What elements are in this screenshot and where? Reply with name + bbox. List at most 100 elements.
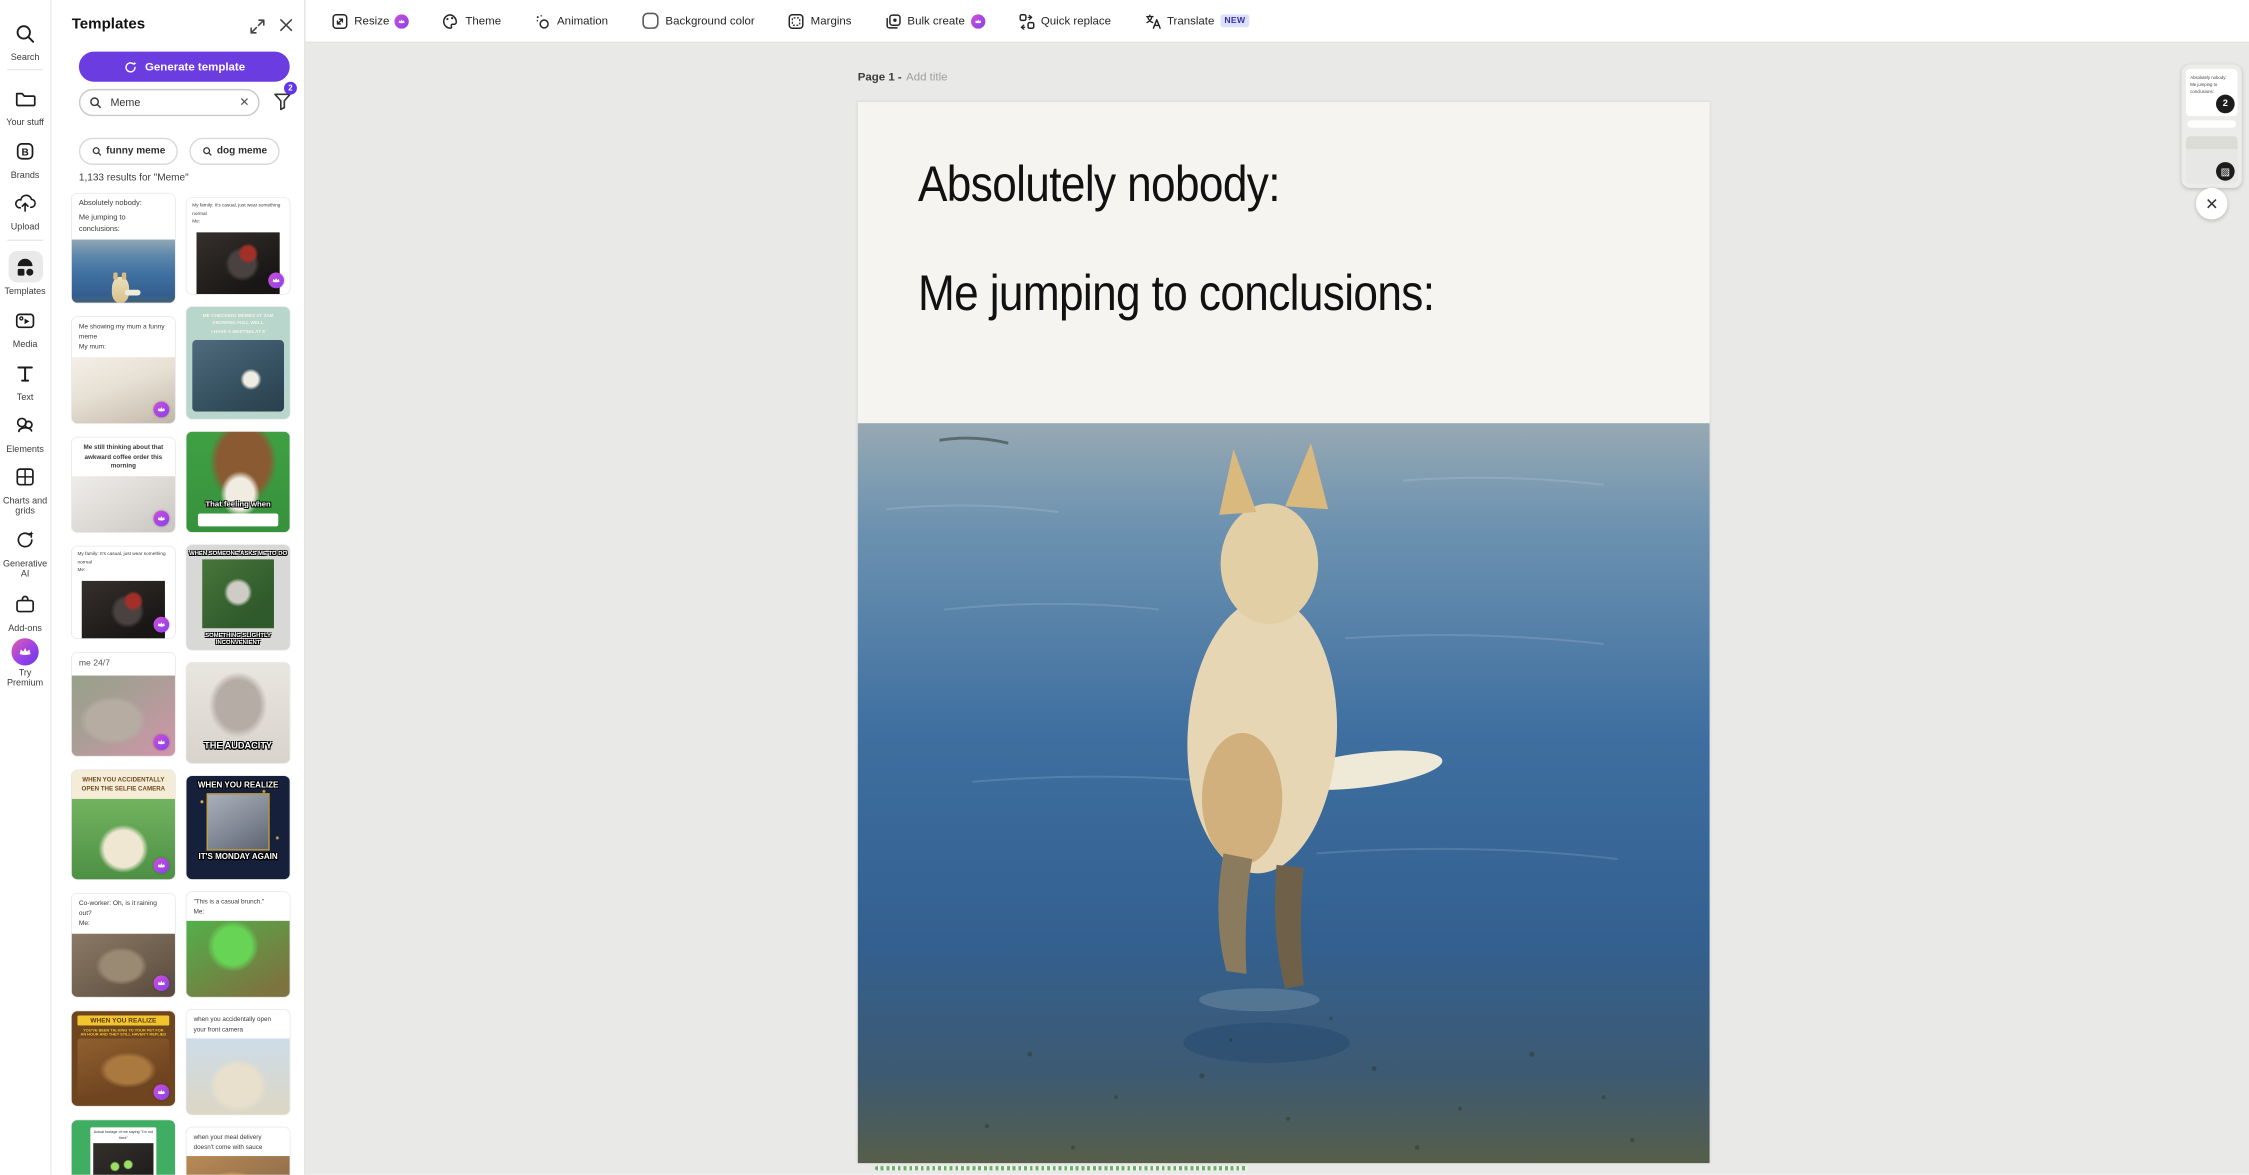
thumbnail-image bbox=[186, 921, 289, 997]
template-thumbnail-coworker-raining[interactable]: Co-worker: Oh, is it raining out?Me: bbox=[72, 894, 175, 997]
meme-text-line-1[interactable]: Absolutely nobody: bbox=[918, 156, 1280, 213]
rail-divider bbox=[7, 69, 43, 70]
rail-item-brands[interactable]: B Brands bbox=[0, 135, 50, 181]
template-thumbnail-teal-cat-laptop[interactable]: ME CHECKING MEMES AT 3AMKNOWING FULL WEL… bbox=[186, 307, 289, 419]
thumbnail-image bbox=[202, 559, 274, 628]
page-preview-2[interactable]: ▨ bbox=[2186, 136, 2238, 183]
rail-item-elements[interactable]: Elements bbox=[0, 409, 50, 455]
toolbar-background-color[interactable]: Background color bbox=[641, 11, 755, 30]
rail-item-text[interactable]: Text bbox=[0, 357, 50, 403]
editor-workspace: Resize Theme Animation Background color … bbox=[304, 0, 2249, 1175]
new-feature-badge: NEW bbox=[1220, 14, 1250, 27]
toolbar-margins[interactable]: Margins bbox=[788, 12, 852, 29]
thumbnail-dog-figure bbox=[112, 277, 129, 302]
sparkle-icon bbox=[123, 60, 137, 74]
template-thumbnail-coffee-order[interactable]: Me still thinking about that awkward cof… bbox=[72, 437, 175, 532]
page-preview-1[interactable]: Absolutely nobody: Me jumping to conclus… bbox=[2186, 69, 2238, 116]
brand-icon: B bbox=[8, 135, 42, 167]
toolbar-resize[interactable]: Resize bbox=[331, 12, 409, 29]
rail-item-search[interactable]: Search bbox=[0, 17, 50, 63]
page-title-row[interactable]: Page 1 - Add title bbox=[858, 70, 948, 83]
pro-crown-icon bbox=[153, 1084, 169, 1100]
pro-crown-icon bbox=[395, 14, 409, 28]
generate-template-button[interactable]: Generate template bbox=[79, 52, 290, 82]
grid-icon bbox=[8, 460, 42, 492]
template-thumbnail-meal-delivery-cat[interactable]: when your meal delivery doesn't come wit… bbox=[186, 1127, 289, 1174]
svg-text:B: B bbox=[21, 147, 28, 158]
thumbnail-image bbox=[186, 1156, 289, 1174]
template-thumbnail-family-casual[interactable]: My family: It's casual, just wear someth… bbox=[72, 546, 175, 638]
templates-icon bbox=[8, 251, 42, 283]
template-thumbnail-dog-conclusions[interactable]: Absolutely nobody:Me jumping to conclusi… bbox=[72, 194, 175, 303]
rail-item-your-stuff[interactable]: Your stuff bbox=[0, 82, 50, 128]
template-thumbnail-monday-again[interactable]: WHEN YOU REALIZE IT'S MONDAY AGAIN bbox=[186, 776, 289, 879]
rail-item-generative-ai[interactable]: Generative AI bbox=[0, 524, 50, 580]
chip-funny-meme[interactable]: funny meme bbox=[79, 138, 178, 165]
clear-search-icon[interactable]: ✕ bbox=[239, 96, 249, 108]
template-thumbnail-family-casual-2[interactable]: My family: It's casual, just wear someth… bbox=[186, 198, 289, 294]
thumbnail-image: That feeling when bbox=[186, 432, 289, 532]
search-input[interactable] bbox=[108, 95, 234, 111]
template-thumbnail-talking-to-pet[interactable]: WHEN YOU REALIZE YOU'VE BEEN TALKING TO … bbox=[72, 1011, 175, 1106]
left-rail: Search Your stuff B Brands Upload Templa… bbox=[0, 0, 52, 1175]
dog-water-photo[interactable] bbox=[858, 423, 1710, 1163]
add-title-placeholder[interactable]: Add title bbox=[906, 70, 947, 83]
template-thumbnail-selfie-camera[interactable]: WHEN YOU ACCIDENTALLY OPEN THE SELFIE CA… bbox=[72, 770, 175, 879]
template-thumbnail-me-247[interactable]: me 24/7 bbox=[72, 653, 175, 756]
thumbnail-image bbox=[186, 1039, 289, 1115]
pro-crown-icon bbox=[971, 14, 985, 28]
design-page[interactable]: Absolutely nobody: Me jumping to conclus… bbox=[858, 102, 1710, 1163]
template-thumbnail-that-feeling-beagle[interactable]: That feeling when bbox=[186, 432, 289, 532]
quick-replace-icon bbox=[1018, 12, 1035, 29]
thumbnail-image bbox=[197, 232, 280, 294]
close-widget-button[interactable]: ✕ bbox=[2196, 188, 2228, 220]
toolbar-quick-replace[interactable]: Quick replace bbox=[1018, 12, 1111, 29]
pro-crown-icon bbox=[268, 273, 284, 289]
theme-palette-icon bbox=[442, 12, 459, 29]
thumbnail-image: THE AUDACITY bbox=[186, 663, 289, 763]
close-panel-icon[interactable] bbox=[278, 17, 295, 34]
toolbar-animation[interactable]: Animation bbox=[534, 12, 608, 29]
expand-panel-icon[interactable] bbox=[250, 19, 266, 35]
pages-count-badge: 2 bbox=[2216, 95, 2235, 114]
horizontal-scrollbar[interactable] bbox=[875, 1166, 1248, 1170]
rail-divider bbox=[7, 240, 43, 241]
search-icon bbox=[89, 96, 102, 109]
search-icon bbox=[8, 17, 42, 49]
translate-icon bbox=[1144, 12, 1161, 29]
rail-item-add-ons[interactable]: Add-ons bbox=[0, 588, 50, 634]
template-thumbnail-audacity-cat[interactable]: THE AUDACITY bbox=[186, 663, 289, 763]
thumbnail-image bbox=[72, 240, 175, 303]
meme-text-line-2[interactable]: Me jumping to conclusions: bbox=[918, 265, 1434, 322]
margins-icon bbox=[788, 12, 805, 29]
editor-toolbar: Resize Theme Animation Background color … bbox=[304, 0, 2249, 43]
toolbar-translate[interactable]: Translate NEW bbox=[1144, 12, 1250, 29]
background-color-swatch bbox=[641, 11, 660, 30]
template-thumbnail-mum-meme[interactable]: Me showing my mum a funny memeMy mum: bbox=[72, 317, 175, 423]
generative-ai-icon bbox=[8, 524, 42, 556]
app-window: Search Your stuff B Brands Upload Templa… bbox=[0, 0, 2249, 1175]
template-thumbnail-casual-brunch[interactable]: "This is a casual brunch."Me: bbox=[186, 892, 289, 997]
rail-item-media[interactable]: Media bbox=[0, 304, 50, 350]
page-number-label: Page 1 - bbox=[858, 70, 902, 83]
rail-item-templates[interactable]: Templates bbox=[0, 251, 50, 297]
toolbar-theme[interactable]: Theme bbox=[442, 12, 501, 29]
page-preview-strip bbox=[2187, 120, 2236, 127]
filter-count-badge: 2 bbox=[284, 82, 297, 95]
template-search-field[interactable]: ✕ bbox=[79, 89, 260, 116]
rail-item-upload[interactable]: Upload bbox=[0, 186, 50, 232]
chip-dog-meme[interactable]: dog meme bbox=[190, 138, 280, 165]
template-thumbnail-front-camera-sheep[interactable]: when you accidentally open your front ca… bbox=[186, 1010, 289, 1115]
rail-item-try-premium[interactable]: Try Premium bbox=[0, 638, 50, 689]
thumbnail-image bbox=[192, 340, 284, 412]
template-thumbnail-lemur-inconvenient[interactable]: WHEN SOMEONE ASKS ME TO DO SOMETHING SLI… bbox=[186, 545, 289, 650]
pro-crown-icon bbox=[153, 511, 169, 527]
template-thumbnail-puppy-cucumber[interactable]: Actual footage of me saying "I'm not tir… bbox=[72, 1120, 175, 1175]
rail-item-charts-grids[interactable]: Charts and grids bbox=[0, 460, 50, 516]
results-count: 1,133 results for "Meme" bbox=[79, 174, 189, 184]
toolbar-bulk-create[interactable]: Bulk create bbox=[884, 12, 984, 29]
thumbnail-image bbox=[93, 1144, 153, 1175]
pro-crown-icon bbox=[153, 975, 169, 991]
elements-shapes-icon bbox=[8, 409, 42, 441]
pro-crown-icon bbox=[153, 617, 169, 633]
